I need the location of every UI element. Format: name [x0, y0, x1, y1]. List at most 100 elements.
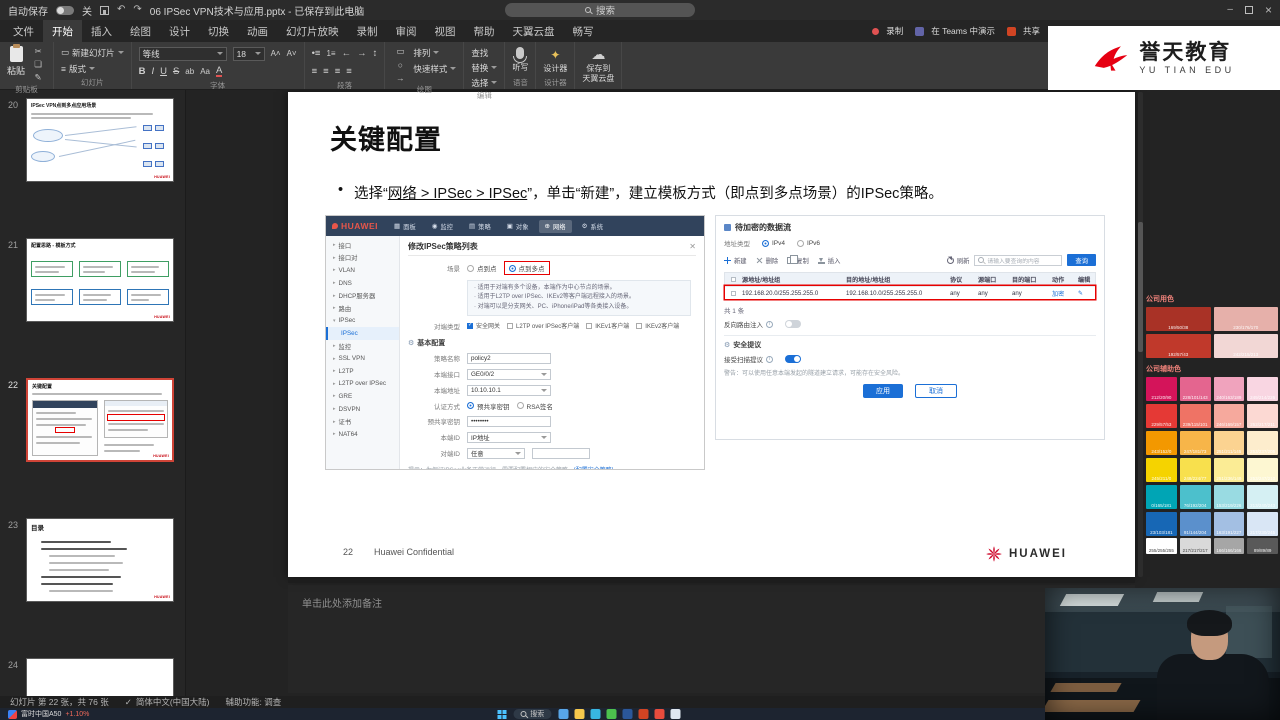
- rri-toggle[interactable]: [785, 320, 801, 328]
- local-interface-select[interactable]: GE0/0/2: [467, 368, 551, 380]
- table-cell[interactable]: any: [975, 290, 1009, 297]
- firewall-tree-item[interactable]: DNS: [326, 277, 399, 290]
- table-cell[interactable]: 192.168.10.0/255.255.255.0: [843, 290, 947, 297]
- ribbon-tab[interactable]: 录制: [348, 20, 387, 42]
- firewall-nav-item[interactable]: ◉ 监控: [426, 220, 459, 233]
- apply-button[interactable]: 应用: [863, 384, 903, 398]
- format-painter-icon[interactable]: [30, 72, 46, 83]
- slide-thumbnail-23[interactable]: 目录 HUAWEI: [26, 518, 174, 602]
- shape-rect-icon[interactable]: [392, 46, 408, 57]
- insert-flow-button[interactable]: 插入: [817, 256, 840, 265]
- redo-icon[interactable]: [133, 5, 141, 15]
- peer-type-checkbox[interactable]: IKEv1客户端: [586, 321, 629, 330]
- change-case-icon[interactable]: [200, 66, 210, 77]
- ipv6-radio[interactable]: IPv6: [797, 239, 820, 247]
- arrange-button[interactable]: 排列: [413, 46, 456, 59]
- peer-type-checkbox[interactable]: IKEv2客户端: [636, 321, 679, 330]
- font-name-select[interactable]: 等线: [138, 46, 227, 61]
- search-input[interactable]: 搜索: [505, 3, 695, 17]
- table-cell[interactable]: any: [947, 290, 975, 297]
- table-cell[interactable]: 加密: [1049, 289, 1075, 298]
- firewall-tree-item[interactable]: IPSec: [326, 327, 399, 340]
- row-checkbox[interactable]: [731, 290, 736, 296]
- new-slide-button[interactable]: 新建幻灯片: [61, 46, 124, 59]
- peer-id-value-input[interactable]: [532, 447, 590, 459]
- italic-icon[interactable]: [151, 66, 154, 77]
- copy-icon[interactable]: [30, 59, 46, 70]
- teams-present-button[interactable]: 在 Teams 中演示: [915, 25, 995, 38]
- refresh-button[interactable]: 刷新: [946, 256, 969, 265]
- paste-button[interactable]: 粘贴: [7, 44, 25, 77]
- ribbon-tab[interactable]: 审阅: [387, 20, 426, 42]
- firewall-tree-item[interactable]: IPSec: [326, 315, 399, 328]
- ribbon-tab[interactable]: 天翼云盘: [504, 20, 564, 42]
- save-icon[interactable]: [100, 5, 109, 15]
- local-address-select[interactable]: 10.10.10.1: [467, 384, 551, 396]
- query-button[interactable]: 查询: [1067, 254, 1096, 266]
- firewall-tree-item[interactable]: L2TP over IPSec: [326, 378, 399, 391]
- save-to-cloud-button[interactable]: 保存到天翼云盘: [582, 46, 614, 83]
- dictate-button[interactable]: 听写: [512, 46, 528, 73]
- firewall-nav-item[interactable]: ▦ 面板: [388, 220, 422, 233]
- peer-id-select[interactable]: 任意: [467, 447, 525, 459]
- delete-flow-button[interactable]: 删除: [756, 256, 779, 265]
- firewall-tree-item[interactable]: VLAN: [326, 264, 399, 277]
- new-flow-button[interactable]: 新建: [724, 256, 747, 265]
- indent-icon[interactable]: [357, 48, 367, 59]
- designer-button[interactable]: 设计器: [543, 46, 567, 74]
- firewall-tree-item[interactable]: 接口对: [326, 252, 399, 265]
- auth-psk-radio[interactable]: 预共享密钥: [467, 401, 510, 411]
- flow-search-input[interactable]: 请输入要查询的内容: [974, 254, 1063, 266]
- align-center-icon[interactable]: [323, 66, 329, 77]
- firewall-tree-item[interactable]: L2TP: [326, 365, 399, 378]
- taskbar-app-icon[interactable]: [558, 709, 569, 719]
- slide-thumbnail-21[interactable]: 配置思路 - 模板方式 HUAWEI: [26, 238, 174, 322]
- slide-thumbnail-24-partial[interactable]: [26, 658, 174, 696]
- ribbon-tab[interactable]: 视图: [426, 20, 465, 42]
- font-size-select[interactable]: 18: [232, 46, 265, 61]
- quick-styles-button[interactable]: 快速样式: [413, 62, 457, 75]
- ribbon-tab[interactable]: 帮助: [465, 20, 504, 42]
- firewall-tree-item[interactable]: 路由: [326, 302, 399, 315]
- cut-icon[interactable]: [30, 46, 46, 57]
- firewall-tree-item[interactable]: SSL VPN: [326, 352, 399, 365]
- taskbar-app-icon[interactable]: [670, 709, 681, 719]
- strikethrough-icon[interactable]: [173, 66, 179, 77]
- share-button[interactable]: 共享: [1006, 25, 1040, 38]
- taskbar-app-icon[interactable]: [622, 709, 633, 719]
- firewall-tree-item[interactable]: DHCP服务器: [326, 289, 399, 302]
- table-cell[interactable]: ✎: [1075, 290, 1095, 297]
- start-button[interactable]: [497, 709, 507, 719]
- firewall-tree-item[interactable]: DSVPN: [326, 403, 399, 416]
- align-right-icon[interactable]: [335, 66, 341, 77]
- firewall-tree-item[interactable]: 监控: [326, 340, 399, 353]
- psk-password-input[interactable]: ••••••••: [467, 415, 551, 427]
- accessibility-status[interactable]: 辅助功能: 调查: [226, 696, 282, 708]
- record-button[interactable]: 录制: [872, 25, 903, 38]
- select-button[interactable]: 选择: [471, 76, 498, 89]
- find-button[interactable]: 查找: [471, 46, 497, 59]
- undo-icon[interactable]: [117, 5, 125, 15]
- line-spacing-icon[interactable]: [373, 48, 378, 59]
- canvas-scrollbar[interactable]: [1138, 92, 1143, 577]
- slide-thumbnail-22-selected[interactable]: 关键配置 HUAWEI: [26, 378, 174, 462]
- maximize-button[interactable]: [1244, 6, 1253, 14]
- firewall-nav-item[interactable]: ▣ 对象: [501, 220, 535, 233]
- shrink-font-icon[interactable]: [287, 48, 297, 59]
- slide-canvas[interactable]: 关键配置 选择“网络 > IPSec > IPSec”，单击“新建”，建立模板方…: [288, 92, 1135, 577]
- close-icon[interactable]: ✕: [689, 242, 696, 251]
- firewall-tree-item[interactable]: 证书: [326, 415, 399, 428]
- taskbar-app-icon[interactable]: [606, 709, 617, 719]
- taskbar-widget[interactable]: 富时中国A50 +1.10%: [8, 709, 89, 719]
- grow-font-icon[interactable]: [271, 48, 281, 59]
- bold-icon[interactable]: [139, 66, 146, 77]
- close-button[interactable]: [1265, 4, 1272, 17]
- taskbar-search[interactable]: 搜索: [513, 709, 552, 719]
- firewall-nav-item[interactable]: ⊕ 网络: [538, 219, 572, 233]
- text-shadow-icon[interactable]: [185, 66, 194, 77]
- accept-scan-toggle[interactable]: [785, 355, 801, 363]
- ipv4-radio[interactable]: IPv4: [762, 239, 785, 247]
- ribbon-tab[interactable]: 切换: [199, 20, 238, 42]
- numbering-icon[interactable]: [326, 48, 335, 59]
- align-left-icon[interactable]: [312, 66, 318, 77]
